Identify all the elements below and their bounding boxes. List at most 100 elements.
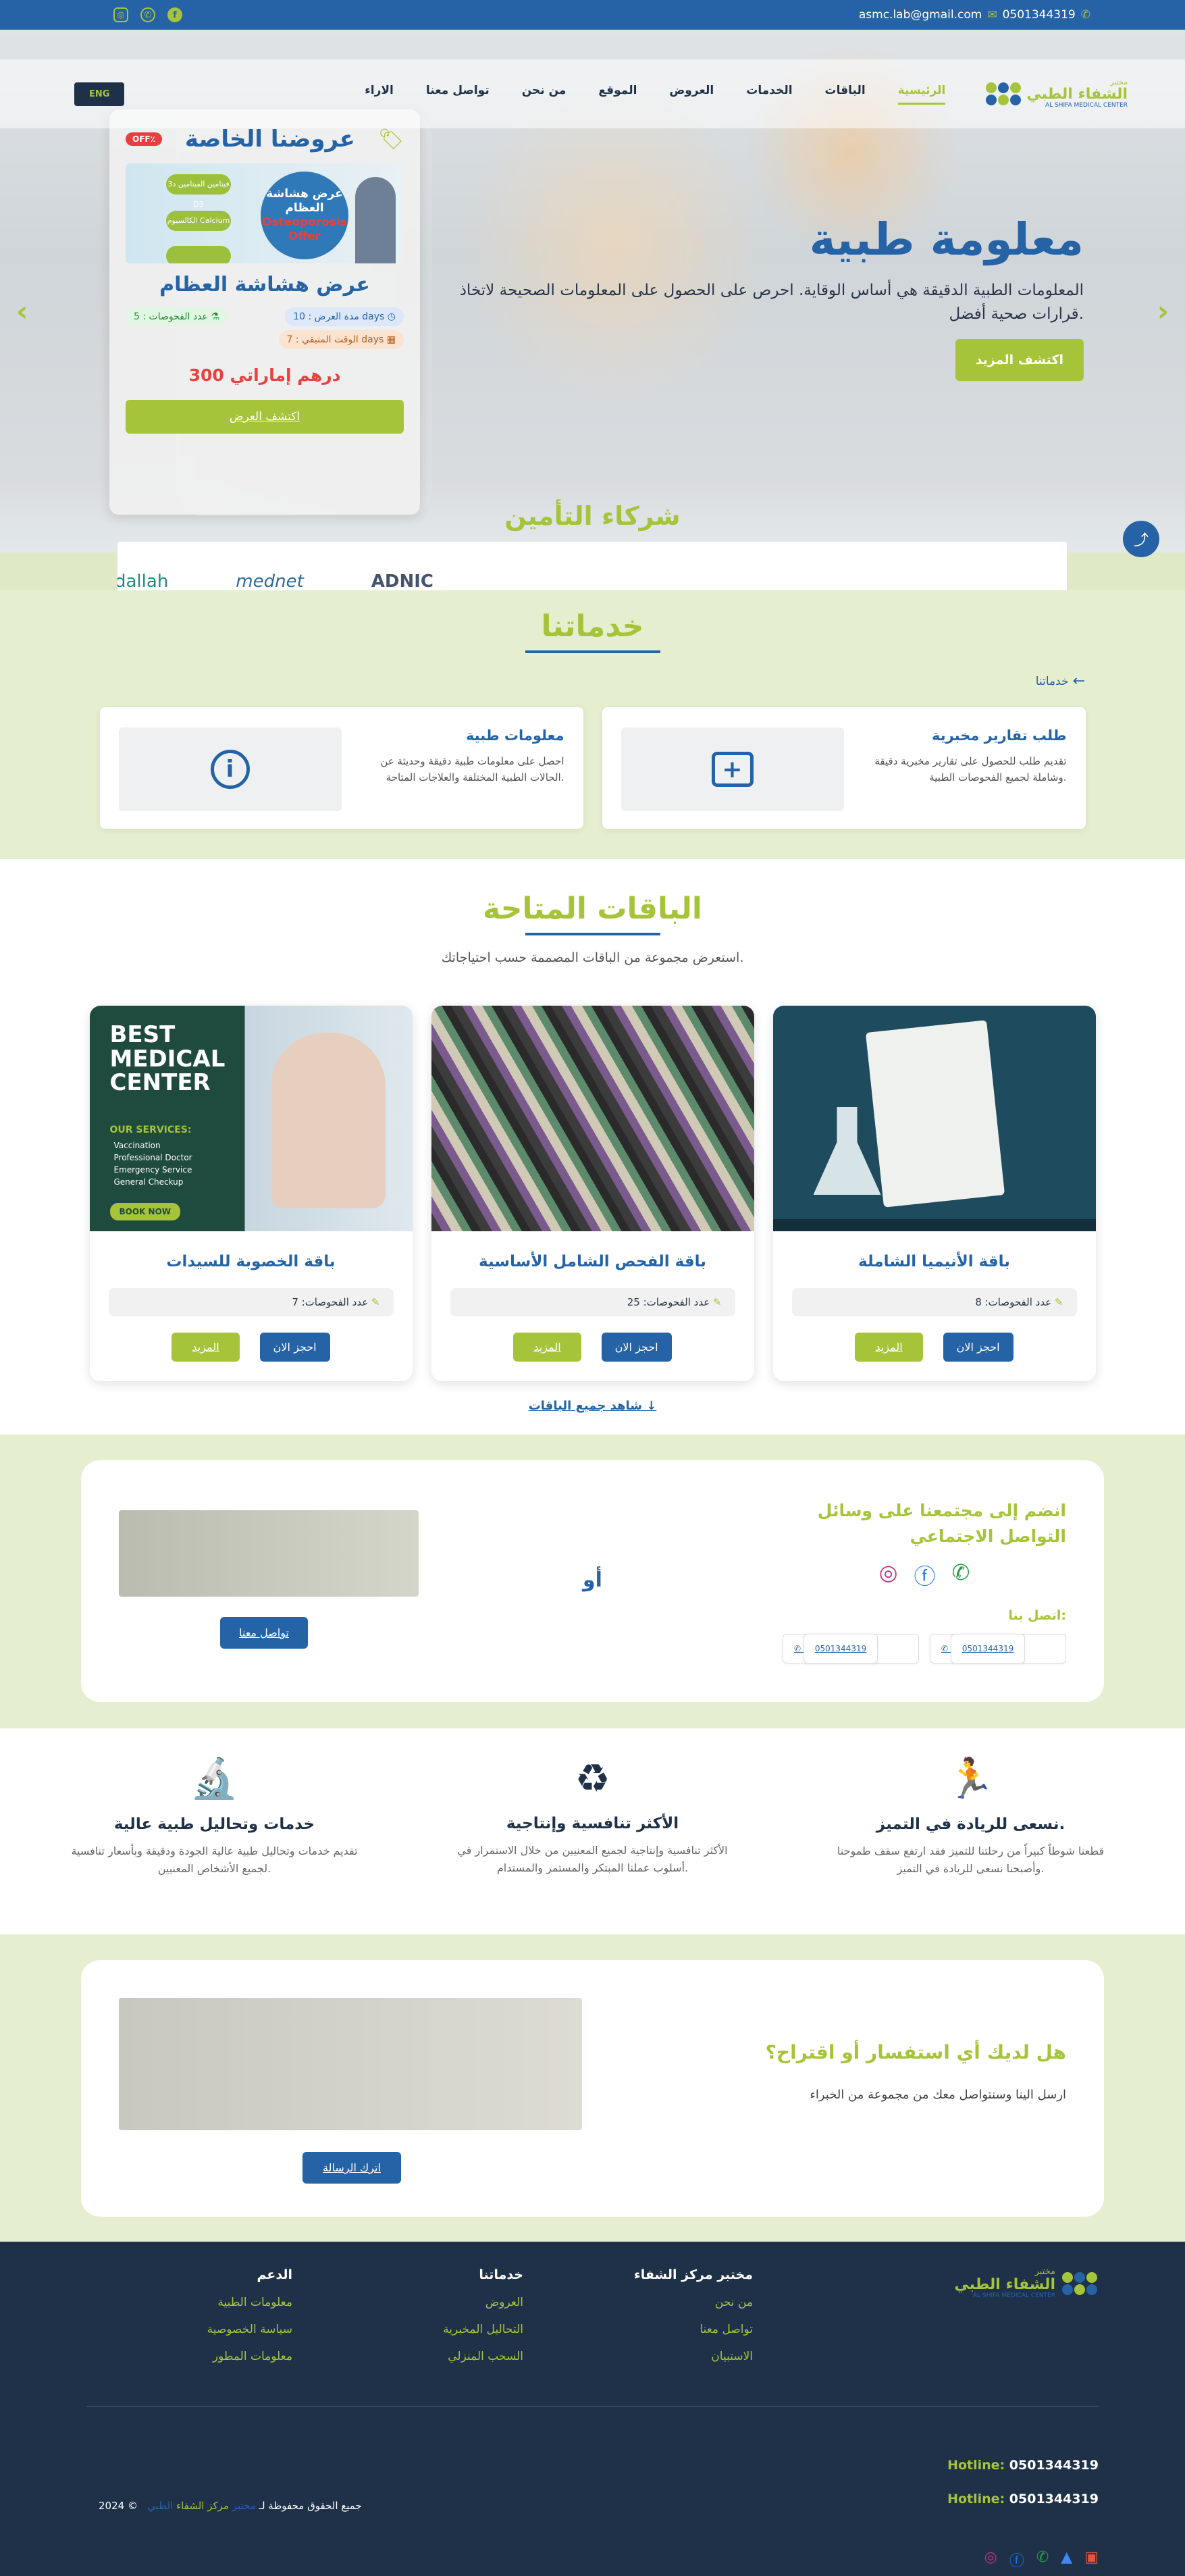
insurance-partners: dallah mednet ADNIC [117, 542, 1067, 590]
footer-social-icons: ◎ ⓕ ✆ ▲ ▣ [984, 2549, 1099, 2571]
copyright: 2024 © جميع الحقوق محفوظة لـ مختبر مركز … [99, 2500, 362, 2512]
nav-item-about[interactable]: من نحن [522, 84, 567, 105]
hotline-number: 0501344319 [1009, 2458, 1099, 2473]
more-button[interactable]: المزيد [855, 1333, 923, 1362]
book-now-button[interactable]: احجز الان [943, 1333, 1013, 1362]
footer-col-center: مختبر مركز الشفاء من نحن تواصل معنا الاس… [634, 2267, 753, 2363]
insurance-title: شركاء التأمين [504, 501, 681, 531]
main-nav: ENG الرئيسية الباقات الخدمات العروض المو… [0, 59, 1185, 128]
contact-us-button[interactable]: تواصل معنا [220, 1617, 308, 1649]
logo-mark [986, 82, 1022, 105]
nav-item-services[interactable]: الخدمات [746, 84, 792, 105]
package-card: باقة الأنيميا الشاملة عدد الفحوصات: 8 ✎ … [772, 1006, 1096, 1381]
footer-link[interactable]: الاستبيان [634, 2350, 753, 2363]
footer-link[interactable]: السحب المنزلي [443, 2350, 523, 2363]
top-email[interactable]: asmc.lab@gmail.com [859, 8, 982, 22]
nav-item-location[interactable]: الموقع [598, 84, 637, 105]
special-offer-card: OFF٪ عروضنا الخاصة 🏷 فيتامين الفيتامين د… [109, 109, 420, 515]
service-description: تقديم طلب للحصول على تقارير مخبرية دقيقة… [874, 755, 1067, 783]
hero-description: المعلومات الطبية الدقيقة هي أساس الوقاية… [459, 282, 1084, 323]
site-logo[interactable]: مختبر الشفاء الطبي AL SHIFA MEDICAL CENT… [986, 78, 1128, 109]
footer-link[interactable]: العروض [443, 2296, 523, 2309]
service-card-lab-reports[interactable]: طلب تقارير مخبرية تقديم طلب للحصول على ت… [602, 707, 1086, 829]
instagram-icon[interactable]: ◎ [984, 2549, 997, 2571]
facebook-icon[interactable]: f [167, 7, 182, 22]
remaining-text: الوقت المتبقي : 7 days [286, 334, 384, 345]
feature-title: نسعى للريادة في التميز. [876, 1815, 1065, 1833]
top-phone[interactable]: 0501344319 [1003, 8, 1076, 22]
whatsapp-icon[interactable]: ✆ [140, 7, 155, 22]
map-icon[interactable]: ▲ [1061, 2549, 1072, 2571]
feature-title: الأكثر تنافسية وإنتاجية [506, 1815, 679, 1832]
footer-link[interactable]: التحاليل المخبرية [443, 2323, 523, 2336]
footer-link[interactable]: تواصل معنا [634, 2323, 753, 2336]
hotline[interactable]: Hotline: 0501344319 [947, 2492, 1099, 2506]
hotline-number: 0501344319 [1009, 2492, 1099, 2506]
nav-item-contact[interactable]: تواصل معنا [426, 84, 490, 105]
phone-number: 0501344319 [803, 1634, 878, 1664]
nav-item-reviews[interactable]: الاراء [365, 84, 394, 105]
whatsapp-icon[interactable]: ✆ [952, 1560, 970, 1591]
running-person-icon: 🏃 [946, 1755, 995, 1801]
book-now-button[interactable]: احجز الان [601, 1333, 672, 1362]
footer-col-title: خدماتنا [479, 2267, 523, 2282]
packages-subtitle: استعرض مجموعة من الباقات المصممة حسب احت… [441, 950, 744, 965]
partner-logo-dallah: dallah [117, 571, 169, 590]
phone-number: 0501344319 [950, 1634, 1026, 1664]
language-toggle[interactable]: ENG [74, 82, 125, 106]
footer-link[interactable]: سياسة الخصوصية [207, 2323, 292, 2336]
footer-col-services: خدماتنا العروض التحاليل المخبرية السحب ا… [443, 2267, 523, 2363]
more-button[interactable]: المزيد [172, 1333, 240, 1362]
facebook-icon[interactable]: ⓕ [914, 1560, 936, 1591]
feature-text: الأكثر تنافسية وإنتاجية لجميع المعنيين م… [457, 1844, 728, 1874]
book-now-button[interactable]: احجز الان [259, 1333, 330, 1362]
footer-link[interactable]: من نحن [634, 2296, 753, 2309]
leave-message-button[interactable]: اترك الرسالة [302, 2152, 401, 2184]
tests-count: عدد الفحوصات: 25 [627, 1296, 710, 1308]
whatsapp-icon[interactable]: ✆ [1036, 2549, 1049, 2571]
see-all-packages-link[interactable]: شاهد جميع الباقات ↓ [0, 1399, 1185, 1413]
poster-service: General Checkup [113, 1177, 184, 1187]
hotline[interactable]: Hotline: 0501344319 [947, 2458, 1099, 2473]
pencil-icon: ✎ [712, 1296, 722, 1308]
more-button[interactable]: المزيد [513, 1333, 581, 1362]
calendar-icon: ▦ [386, 334, 396, 345]
phone-link[interactable]: ✆ 0501344319 [783, 1634, 919, 1664]
poster-service: Emergency Service [113, 1165, 192, 1175]
package-tests-count: عدد الفحوصات: 7 ✎ [108, 1288, 394, 1316]
facebook-icon[interactable]: ⓕ [1009, 2549, 1024, 2571]
call-us-label: اتصل بنا: [1008, 1608, 1066, 1623]
instagram-icon[interactable]: ◎ [879, 1560, 898, 1591]
copyright-brand: الطبي [147, 2500, 174, 2512]
discover-more-button[interactable]: اكتشف المزيد [955, 339, 1084, 381]
hotline-label: Hotline: [947, 2458, 1005, 2473]
instagram-icon[interactable]: ◎ [113, 7, 128, 22]
nav-item-packages[interactable]: الباقات [825, 84, 866, 105]
social-join-section: تواصل معنا أو انضم إلى مجتمعنا على وسائل… [0, 1435, 1185, 1728]
chevron-right-icon[interactable]: › [1157, 294, 1169, 328]
duration-text: مدة العرض : 10 days [293, 311, 385, 322]
poster-service: Vaccination [113, 1141, 161, 1150]
store-icon[interactable]: ▣ [1084, 2549, 1099, 2571]
services-back-link[interactable]: خدماتنا ← [1036, 673, 1085, 690]
offer-heading: عروضنا الخاصة [184, 126, 355, 153]
footer-col-support: الدعم معلومات الطبية سياسة الخصوصية معلو… [207, 2267, 292, 2363]
discover-offer-button[interactable]: اكتشف العرض [126, 400, 404, 434]
service-card-medical-info[interactable]: معلومات طبية احصل على معلومات طبية دقيقة… [99, 707, 583, 829]
service-title: معلومات طبية [465, 727, 564, 744]
footer-link[interactable]: معلومات الطبية [207, 2296, 292, 2309]
arrow-down-icon: ↓ [646, 1399, 657, 1413]
nav-item-home[interactable]: الرئيسية [897, 84, 946, 105]
copyright-brand: مختبر [232, 2500, 256, 2512]
package-name: باقة الفحص الشامل الأساسية [479, 1253, 706, 1270]
flask-icon: ⚗ [211, 311, 219, 322]
package-name: باقة الأنيميا الشاملة [858, 1253, 1010, 1270]
footer-logo[interactable]: مختبر الشفاء الطبي AL SHIFA MEDICAL CENT… [954, 2267, 1097, 2300]
copyright-prefix: جميع الحقوق محفوظة لـ [259, 2500, 362, 2512]
footer-link[interactable]: معلومات المطور [207, 2350, 292, 2363]
phone-link[interactable]: ✆ 0501344319 [930, 1634, 1066, 1664]
nav-item-offers[interactable]: العروض [669, 84, 714, 105]
chevron-left-icon[interactable]: ‹ [16, 294, 28, 328]
footer-col-title: الدعم [257, 2267, 292, 2282]
hero-section: ENG الرئيسية الباقات الخدمات العروض المو… [0, 30, 1185, 590]
